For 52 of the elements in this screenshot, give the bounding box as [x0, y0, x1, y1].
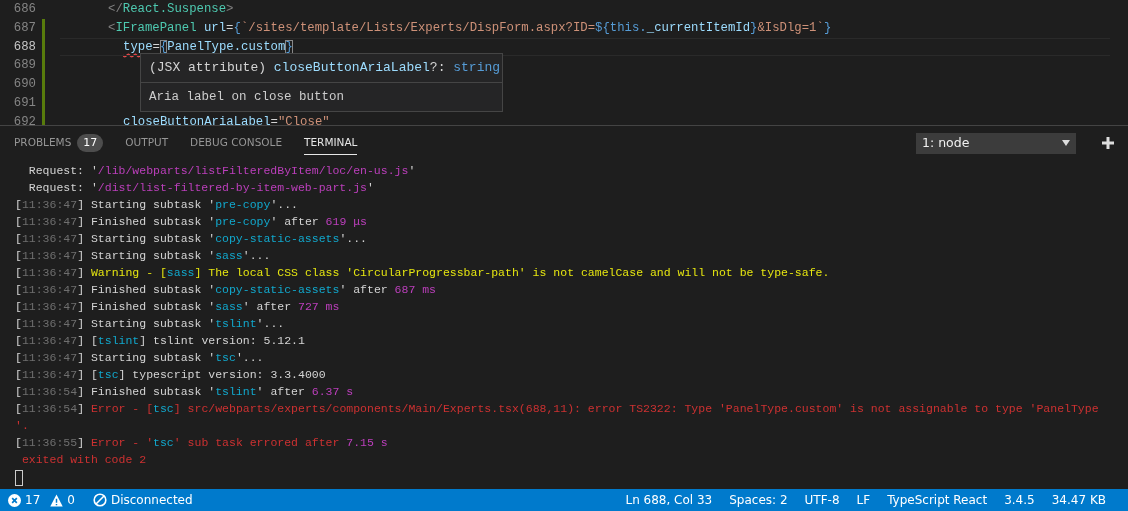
- line-number: 687: [12, 19, 36, 37]
- status-item[interactable]: 0: [67, 491, 75, 509]
- terminal-line: exited with code 2: [20, 453, 147, 466]
- terminal-line: [11:36:47] Starting subtask 'pre-copy'...: [15, 198, 298, 211]
- status-item[interactable]: UTF-8: [804, 491, 840, 509]
- panel-tab[interactable]: PROBLEMS 17: [14, 129, 104, 157]
- dropdown-arrow-icon: [1062, 140, 1070, 146]
- panel-tab[interactable]: OUTPUT: [125, 131, 169, 155]
- plus-icon[interactable]: [1102, 137, 1114, 149]
- disconnected-icon: [92, 493, 107, 507]
- terminal-line: [11:36:47] [tslint] tslint version: 5.12.1: [15, 334, 305, 347]
- status-item[interactable]: 17: [25, 491, 41, 509]
- terminal-line: [11:36:55] Error - 'tsc' sub task errored after 7.15 s: [15, 436, 388, 449]
- terminal-line: Request: '/dist/list-filtered-by-item-web-part.js': [27, 181, 374, 194]
- terminal-line: [11:36:47] Finished subtask 'sass' after 727 ms: [15, 300, 340, 313]
- terminal-line: [11:36:47] Starting subtask 'sass'...: [15, 249, 271, 262]
- terminal-line: [11:36:47] Starting subtask 'tsc'...: [15, 351, 264, 364]
- line-number: 690: [12, 76, 36, 94]
- terminal-select[interactable]: 1: node: [916, 132, 1076, 154]
- terminal-line: Request: '/lib/webparts/listFilteredByItem/loc/en-us.js': [27, 164, 416, 177]
- code-line: </React.Suspense>: [108, 2, 234, 16]
- terminal-line: [11:36:54] Error - [tsc] src/webparts/experts/components/Main/Experts.tsx(688,11): error TS2322: Type 'PanelType.custom' is not assignable to type 'PanelType: [15, 402, 1099, 415]
- terminal-line: '.: [15, 419, 29, 432]
- status-item[interactable]: 34.47 KB: [1051, 491, 1106, 509]
- line-number: 691: [12, 95, 36, 112]
- status-item[interactable]: Spaces: 2: [729, 491, 788, 509]
- status-item[interactable]: 3.4.5: [1004, 491, 1035, 509]
- status-item[interactable]: TypeScript React: [887, 491, 988, 509]
- status-item[interactable]: Ln 688, Col 33: [625, 491, 713, 509]
- terminal-line: [11:36:47] Warning - [sass] The local CSS class 'CircularProgressbar-path' is not camelCase and will not be type-safe.: [15, 266, 830, 279]
- line-number: 692: [12, 113, 36, 125]
- terminal-cursor: [15, 470, 23, 486]
- count-badge: 17: [77, 133, 104, 153]
- error-icon: [8, 493, 21, 507]
- code-line: closeButtonAriaLabel="Close": [123, 114, 330, 125]
- terminal-line: [11:36:47] Starting subtask 'copy-static-assets'...: [15, 232, 367, 245]
- panel-tab[interactable]: TERMINAL: [304, 130, 358, 156]
- terminal-line: [11:36:47] Finished subtask 'copy-static-assets' after 687 ms: [15, 283, 437, 296]
- panel-tab[interactable]: DEBUG CONSOLE: [190, 131, 283, 155]
- signature-text: (JSX attribute) closeButtonAriaLabel?: string: [141, 54, 502, 83]
- line-number: 688: [12, 38, 36, 56]
- code-line: <IFramePanel url={`/sites/template/Lists/Experts/DispForm.aspx?ID=${this._currentItemId}&IsDlg=1`}: [108, 20, 832, 35]
- status-item[interactable]: Disconnected: [110, 491, 193, 509]
- line-number: 686: [12, 1, 36, 18]
- line-number: 689: [12, 57, 36, 75]
- description-text: Aria label on close button: [148, 88, 346, 106]
- terminal-line: [11:36:54] Finished subtask 'tslint' after 6.37 s: [15, 385, 354, 398]
- warning-icon: [50, 493, 64, 507]
- status-item[interactable]: LF: [856, 491, 871, 509]
- terminal-line: [11:36:47] Finished subtask 'pre-copy' after 619 μs: [15, 215, 367, 228]
- terminal-line: [11:36:47] Starting subtask 'tslint'...: [15, 317, 285, 330]
- terminal-line: [11:36:47] [tsc] typescript version: 3.3.4000: [15, 368, 326, 381]
